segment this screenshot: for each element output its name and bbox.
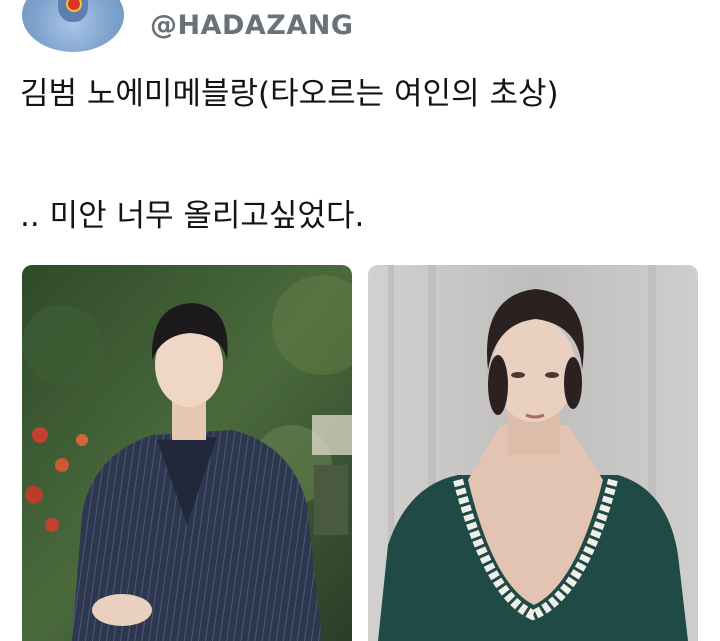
woman-in-dress-image [368,265,698,641]
man-in-suit-image [22,265,352,641]
media-photo-right[interactable] [368,265,698,641]
user-handle[interactable]: @HADAZANG [150,10,354,41]
media-photo-left[interactable] [22,265,352,641]
tweet-text-line-1: 김범 노에미메블랑(타오르는 여인의 초상) [20,76,559,112]
avatar[interactable] [22,0,124,52]
tweet-text-line-2: .. 미안 너무 올리고싶었다. [20,198,365,234]
